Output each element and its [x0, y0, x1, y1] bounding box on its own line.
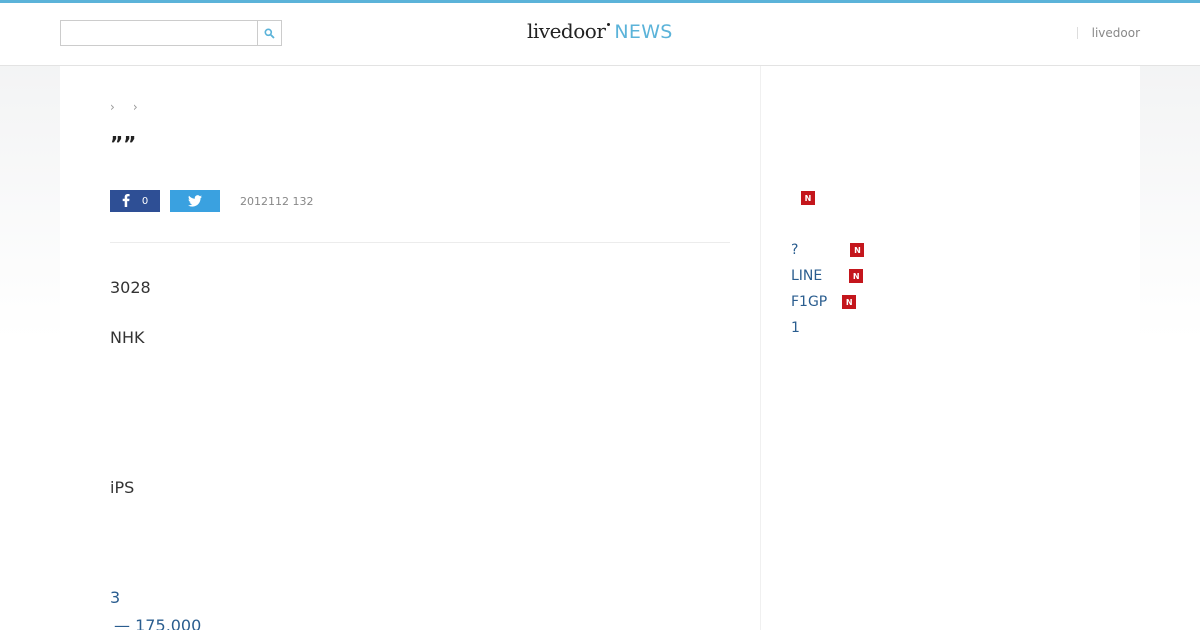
sidebar-item-link[interactable]: 1 [791, 320, 800, 336]
facebook-share-count: 0 [141, 195, 149, 207]
publish-date: 2012112 132 [240, 194, 314, 208]
article-title: ”” [110, 132, 137, 156]
logo-brand: livedoor [527, 19, 606, 43]
sidebar-item: LINE N [791, 268, 864, 284]
header-separator [1076, 27, 1078, 39]
sidebar-item-link[interactable]: ? [791, 242, 798, 258]
new-badge: N [850, 243, 865, 257]
facebook-share-button[interactable]: 0 [110, 190, 160, 212]
article-paragraph: NHK [110, 328, 145, 347]
new-badge: N [842, 295, 857, 309]
article-paragraph: iPS [110, 478, 135, 497]
sidebar-item-link[interactable]: LINE [791, 268, 822, 284]
sidebar-item-link[interactable]: F1GP [791, 294, 827, 310]
share-row: 0 2012112 132 [110, 190, 313, 212]
twitter-share-button[interactable] [170, 190, 220, 212]
livedoor-link[interactable]: livedoor [1092, 26, 1140, 40]
article-divider [110, 242, 730, 243]
sidebar-item: ? N [791, 242, 865, 258]
search-box [60, 20, 282, 46]
breadcrumb: › › [110, 100, 138, 114]
search-icon [264, 24, 275, 43]
logo-dot [607, 23, 611, 26]
article-link[interactable]: 3 [110, 588, 120, 607]
sidebar-item: F1GP N [791, 294, 857, 310]
search-button[interactable] [257, 20, 282, 46]
header-right: livedoor [1076, 26, 1140, 40]
chevron-right-icon: › [132, 100, 138, 114]
site-header: livedoor NEWS livedoor [0, 3, 1200, 66]
article-paragraph: 3028 [110, 278, 151, 297]
sidebar-new-badge: N [801, 191, 815, 205]
chevron-right-icon: › [110, 100, 115, 114]
facebook-icon [122, 192, 130, 211]
search-input[interactable] [60, 20, 258, 46]
new-badge: N [801, 191, 815, 205]
article-link[interactable]: — 175,000 [114, 616, 201, 630]
logo-section: NEWS [614, 21, 673, 43]
article-main: › › ”” 0 2012112 132 3028 NHK iPS 3 — 17… [60, 66, 760, 630]
sidebar: N ? N LINE N F1GP N 1 [760, 66, 1140, 630]
sidebar-item: 1 [791, 320, 800, 336]
new-badge: N [849, 269, 864, 283]
twitter-icon [188, 192, 202, 211]
site-logo[interactable]: livedoor NEWS [527, 19, 673, 49]
